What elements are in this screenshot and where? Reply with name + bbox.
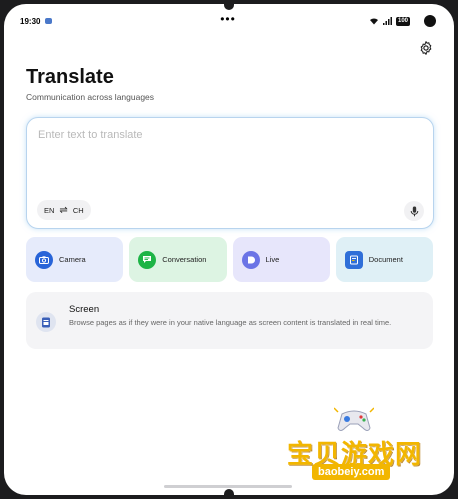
translate-input[interactable] [36,127,423,191]
live-icon [241,250,260,269]
live-label: Live [265,255,280,264]
camera-tile[interactable]: Camera [26,237,124,282]
screen-icon [36,312,56,332]
live-tile[interactable]: Live [232,237,330,282]
mic-button[interactable] [404,201,424,221]
device-screen: 19:30 ••• 100 Translate Communication ac… [4,4,454,495]
page-title: Translate [26,66,114,88]
gamepad-icon [334,406,374,431]
screen-title: Screen [69,304,100,315]
language-selector[interactable]: EN ⇌ CH [37,200,91,220]
status-bar: 19:30 ••• 100 [20,13,436,29]
feature-tiles: Camera Conversation Live Document [26,237,433,282]
translate-input-card: EN ⇌ CH [26,117,434,229]
camera-cutout [424,15,436,27]
watermark-url: baobeiy.com [312,464,391,480]
wifi-icon [369,18,378,25]
swap-icon[interactable]: ⇌ [59,205,67,216]
conversation-label: Conversation [162,255,207,264]
document-tile[interactable]: Document [335,237,433,282]
document-label: Document [368,255,403,264]
hinge-top [224,4,234,10]
gear-icon[interactable] [418,40,434,56]
screen-description: Browse pages as if they were in your nat… [69,318,392,327]
home-indicator[interactable] [164,485,292,488]
watermark-logo: 宝贝游戏网 baobeiy.com [284,404,432,490]
status-time: 19:30 [20,16,41,26]
page-subtitle: Communication across languages [26,92,155,102]
hinge-bottom [224,489,234,495]
signal-icon [382,17,392,25]
document-icon [344,250,363,269]
conversation-tile[interactable]: Conversation [129,237,227,282]
conversation-icon [138,250,157,269]
notification-icon [45,18,53,24]
camera-icon [35,250,53,269]
screen-translate-card[interactable]: Screen Browse pages as if they were in y… [26,292,433,349]
mic-icon [410,206,418,216]
camera-label: Camera [59,255,86,264]
target-language[interactable]: CH [73,206,84,215]
source-language[interactable]: EN [44,206,54,215]
battery-icon: 100 [395,16,410,26]
status-right: 100 [369,15,436,27]
multitask-dots[interactable]: ••• [220,13,236,25]
